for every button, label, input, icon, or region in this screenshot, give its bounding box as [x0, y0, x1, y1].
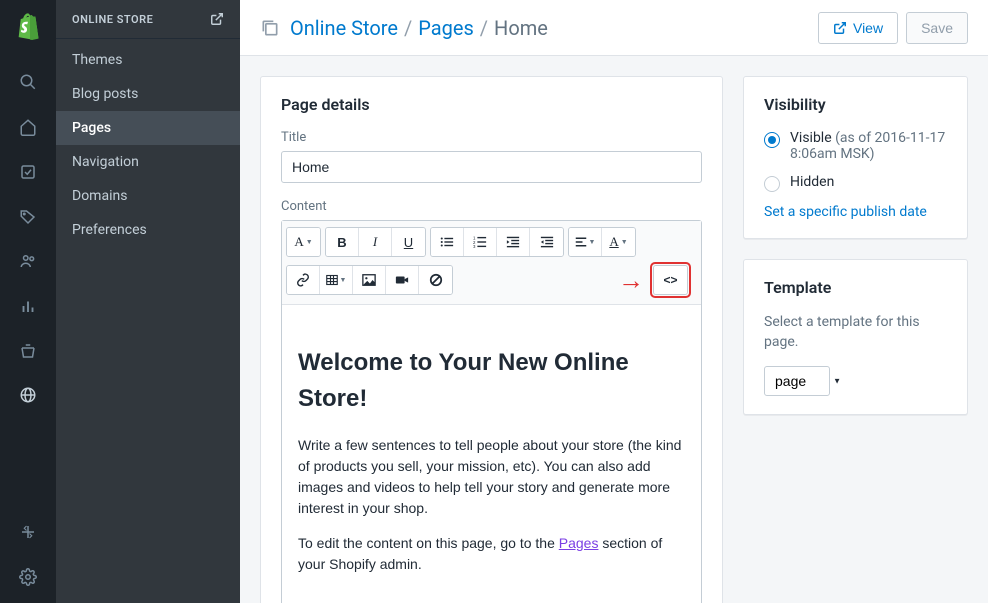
template-help: Select a template for this page. [764, 313, 947, 352]
sidebar-item-domains[interactable]: Domains [56, 179, 240, 213]
align-dropdown[interactable]: ▼ [569, 228, 602, 256]
icon-rail [0, 0, 56, 603]
underline-button[interactable]: U [392, 228, 425, 256]
link-button[interactable] [287, 266, 320, 294]
pages-link[interactable]: Pages [559, 535, 599, 551]
image-button[interactable] [353, 266, 386, 294]
customers-icon[interactable] [8, 243, 48, 280]
svg-text:3: 3 [473, 244, 476, 249]
html-button[interactable]: <> [654, 266, 687, 294]
sidebar-item-navigation[interactable]: Navigation [56, 145, 240, 179]
publish-date-link[interactable]: Set a specific publish date [764, 204, 927, 220]
sidebar-item-themes[interactable]: Themes [56, 43, 240, 77]
shopify-logo[interactable] [14, 12, 42, 40]
breadcrumb-pages[interactable]: Pages [418, 16, 474, 40]
html-button-highlight: <> [650, 262, 691, 298]
radio-icon [764, 132, 780, 148]
page-details-card: Page details Title Content A▼ [260, 76, 723, 603]
visibility-heading: Visibility [764, 95, 947, 114]
visibility-visible-radio[interactable]: Visible (as of 2016-11-17 8:06am MSK) [764, 130, 947, 162]
home-icon[interactable] [8, 109, 48, 146]
color-dropdown[interactable]: A▼ [602, 228, 635, 256]
outdent-button[interactable] [497, 228, 530, 256]
online-store-icon[interactable] [8, 377, 48, 414]
sidebar-item-blog-posts[interactable]: Blog posts [56, 77, 240, 111]
template-heading: Template [764, 278, 947, 297]
apps-icon[interactable] [8, 514, 48, 551]
number-list-button[interactable]: 123 [464, 228, 497, 256]
callout-arrow: → [618, 265, 644, 296]
breadcrumb-online-store[interactable]: Online Store [290, 16, 398, 40]
view-button[interactable]: View [818, 12, 898, 44]
content-paragraph-1: Write a few sentences to tell people abo… [298, 435, 685, 519]
external-link-icon[interactable] [210, 12, 224, 26]
indent-button[interactable] [530, 228, 563, 256]
italic-button[interactable]: I [359, 228, 392, 256]
sidebar-title: ONLINE STORE [72, 13, 153, 26]
content-paragraph-2: To edit the content on this page, go to … [298, 533, 685, 575]
orders-icon[interactable] [8, 153, 48, 190]
topbar: Online Store / Pages / Home View Save [240, 0, 988, 56]
visibility-hidden-radio[interactable]: Hidden [764, 174, 947, 192]
clear-format-button[interactable] [419, 266, 452, 294]
pages-icon [260, 18, 280, 38]
table-dropdown[interactable]: ▼ [320, 266, 353, 294]
format-dropdown[interactable]: A▼ [287, 228, 320, 256]
bullet-list-button[interactable] [431, 228, 464, 256]
visibility-card: Visibility Visible (as of 2016-11-17 8:0… [743, 76, 968, 239]
rich-text-editor: A▼ B I U 123 [281, 220, 702, 603]
title-label: Title [281, 130, 702, 145]
video-button[interactable] [386, 266, 419, 294]
analytics-icon[interactable] [8, 288, 48, 325]
content-body[interactable]: Welcome to Your New Online Store! Write … [282, 305, 701, 603]
radio-icon [764, 176, 780, 192]
bold-button[interactable]: B [326, 228, 359, 256]
title-input[interactable] [281, 151, 702, 183]
sidebar-item-preferences[interactable]: Preferences [56, 213, 240, 247]
sidebar-item-pages[interactable]: Pages [56, 111, 240, 145]
breadcrumb-current: Home [494, 16, 548, 40]
search-icon[interactable] [8, 64, 48, 101]
content-label: Content [281, 199, 702, 214]
settings-icon[interactable] [8, 558, 48, 595]
breadcrumbs: Online Store / Pages / Home [290, 16, 810, 40]
page-details-heading: Page details [281, 95, 702, 114]
content-heading: Welcome to Your New Online Store! [298, 345, 685, 417]
sidebar: ONLINE STORE Themes Blog posts Pages Nav… [56, 0, 240, 603]
save-button[interactable]: Save [906, 12, 968, 44]
template-card: Template Select a template for this page… [743, 259, 968, 415]
discounts-icon[interactable] [8, 332, 48, 369]
template-select[interactable]: page [764, 366, 830, 396]
products-icon[interactable] [8, 198, 48, 235]
